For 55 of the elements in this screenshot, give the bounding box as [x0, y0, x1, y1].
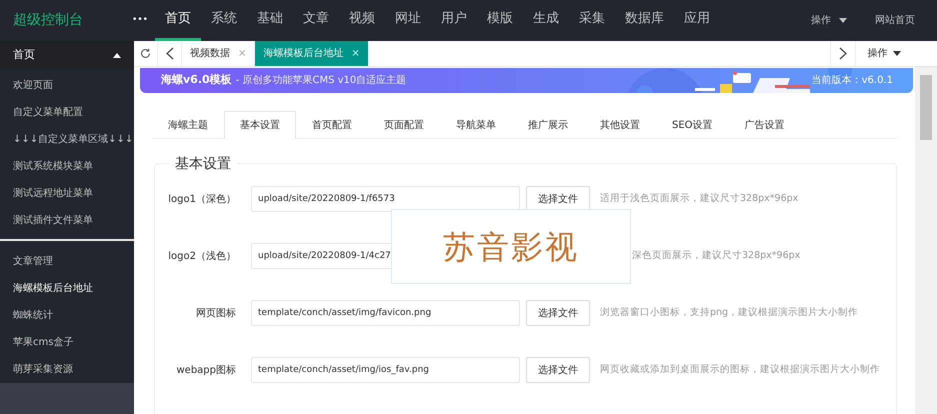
field-label: 网页图标	[195, 306, 237, 320]
sidebar-item[interactable]: 文章管理	[0, 248, 134, 275]
version-text: 当前版本：v6.0.1	[812, 74, 893, 88]
banner-title: 海螺v6.0模板	[161, 72, 232, 88]
app-title: 超级控制台	[12, 11, 84, 30]
sidebar-item[interactable]: 欢迎页面	[0, 72, 134, 99]
sidebar-item[interactable]: 测试系统模块菜单	[0, 153, 134, 180]
sidebar-item[interactable]: 海螺模板后台地址	[0, 275, 134, 302]
nav-item[interactable]: 系统	[201, 0, 247, 41]
sidebar-item[interactable]: 测试插件文件菜单	[0, 207, 134, 234]
settings-tab[interactable]: 页面配置	[368, 111, 440, 138]
sidebar-item[interactable]: 测试远程地址菜单	[0, 180, 134, 207]
sidebar-item[interactable]: 苹果cms盒子	[0, 329, 134, 356]
settings-tab[interactable]: 首页配置	[296, 111, 368, 138]
nav-item[interactable]: 文章	[293, 0, 339, 41]
field-label: logo2（浅色）	[167, 250, 237, 264]
settings-tab[interactable]: 海螺主题	[152, 111, 224, 138]
field-hint: 深色页面展示，建议尺寸328px*96px	[632, 248, 800, 263]
choose-file-button[interactable]: 选择文件	[526, 300, 590, 326]
nav-item[interactable]: 基础	[247, 0, 293, 41]
field-label: webapp图标	[175, 364, 237, 378]
nav-item[interactable]: 采集	[569, 0, 615, 41]
nav-item[interactable]: 生成	[523, 0, 569, 41]
settings-tab[interactable]: 导航菜单	[440, 111, 512, 138]
field-hint: 适用于浅色页面展示，建议尺寸328px*96px	[600, 192, 798, 206]
page-tab[interactable]: 海螺模板后台地址 ×	[255, 41, 369, 66]
settings-tab[interactable]: 推广展示	[512, 111, 584, 138]
input-field[interactable]: template/conch/asset/img/favicon.png	[251, 300, 520, 326]
banner-subtitle: - 原创多功能苹果CMS v10自适应主题	[236, 74, 406, 88]
sidebar-item[interactable]: 萌芽采集资源	[0, 356, 134, 383]
nav-item[interactable]: 用户	[431, 0, 477, 41]
caret-icon	[892, 51, 900, 56]
actions-dropdown[interactable]: 操作	[805, 12, 853, 29]
settings-tab[interactable]: 基本设置	[224, 111, 296, 139]
input-field[interactable]: template/conch/asset/img/ios_fav.png	[251, 357, 520, 383]
sidebar-header[interactable]: 首页	[0, 41, 134, 70]
nav-item[interactable]: 模版	[477, 0, 523, 41]
settings-tab[interactable]: 广告设置	[728, 111, 801, 138]
home-link[interactable]: 网站首页	[869, 12, 921, 29]
more-button[interactable]: •••	[125, 12, 155, 28]
settings-tab[interactable]: SEO设置	[656, 111, 729, 138]
nav-item[interactable]: 应用	[674, 0, 720, 41]
field-hint: 网页收藏或添加到桌面展示的图标，建议根据演示图片大小制作	[600, 362, 880, 377]
nav-item[interactable]: 网址	[385, 0, 431, 41]
field-label: logo1（深色）	[167, 192, 237, 206]
field-hint: 浏览器窗口小图标，支持png，建议根据演示图片大小制作	[600, 306, 858, 320]
settings-tab[interactable]: 其他设置	[584, 111, 656, 138]
nav-item[interactable]: 数据库	[615, 0, 674, 41]
caret-icon	[839, 18, 847, 23]
scrollbar[interactable]	[915, 67, 937, 414]
sidebar-item[interactable]: ↓↓↓自定义菜单区域↓↓↓	[0, 126, 134, 153]
nav-item[interactable]: 视频	[339, 0, 385, 41]
sidebar-item[interactable]: 蜘蛛统计	[0, 302, 134, 329]
choose-file-button[interactable]: 选择文件	[526, 357, 590, 383]
sidebar-item[interactable]: 自定义菜单配置	[0, 99, 134, 126]
